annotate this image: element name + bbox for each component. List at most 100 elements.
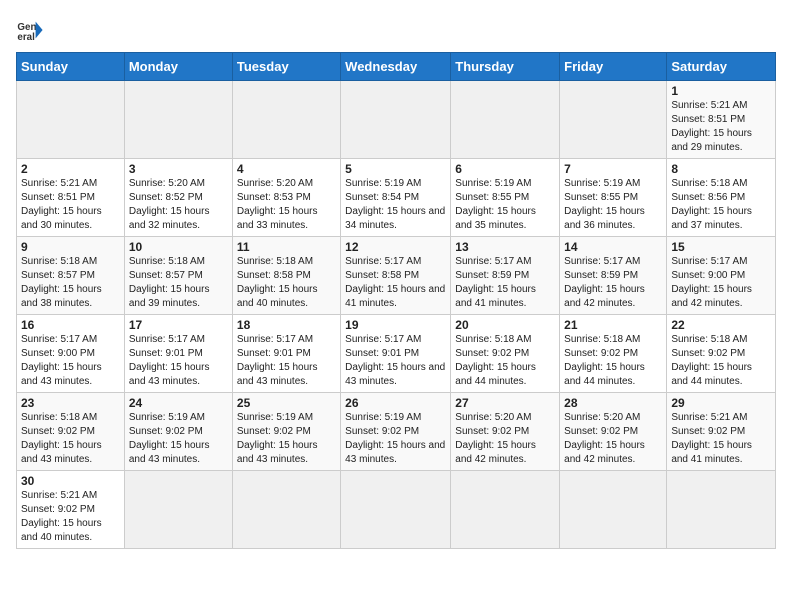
- weekday-header-row: SundayMondayTuesdayWednesdayThursdayFrid…: [17, 53, 776, 81]
- day-number: 2: [21, 162, 120, 176]
- day-number: 20: [455, 318, 555, 332]
- weekday-header-friday: Friday: [560, 53, 667, 81]
- weekday-header-thursday: Thursday: [451, 53, 560, 81]
- calendar-cell: 11Sunrise: 5:18 AM Sunset: 8:58 PM Dayli…: [232, 237, 340, 315]
- calendar-cell: [124, 471, 232, 549]
- calendar-cell: [560, 471, 667, 549]
- day-info: Sunrise: 5:19 AM Sunset: 9:02 PM Dayligh…: [345, 411, 446, 467]
- calendar-cell: [667, 471, 776, 549]
- day-info: Sunrise: 5:19 AM Sunset: 8:55 PM Dayligh…: [455, 177, 555, 233]
- calendar-cell: 4Sunrise: 5:20 AM Sunset: 8:53 PM Daylig…: [232, 159, 340, 237]
- day-number: 17: [129, 318, 228, 332]
- calendar-header: SundayMondayTuesdayWednesdayThursdayFrid…: [17, 53, 776, 81]
- calendar-cell: [17, 81, 125, 159]
- day-info: Sunrise: 5:17 AM Sunset: 9:00 PM Dayligh…: [671, 255, 771, 311]
- calendar-cell: 18Sunrise: 5:17 AM Sunset: 9:01 PM Dayli…: [232, 315, 340, 393]
- calendar-cell: 8Sunrise: 5:18 AM Sunset: 8:56 PM Daylig…: [667, 159, 776, 237]
- day-info: Sunrise: 5:20 AM Sunset: 9:02 PM Dayligh…: [564, 411, 662, 467]
- day-info: Sunrise: 5:19 AM Sunset: 9:02 PM Dayligh…: [237, 411, 336, 467]
- day-info: Sunrise: 5:19 AM Sunset: 9:02 PM Dayligh…: [129, 411, 228, 467]
- calendar-cell: 21Sunrise: 5:18 AM Sunset: 9:02 PM Dayli…: [560, 315, 667, 393]
- calendar: SundayMondayTuesdayWednesdayThursdayFrid…: [16, 52, 776, 549]
- day-number: 10: [129, 240, 228, 254]
- day-number: 9: [21, 240, 120, 254]
- day-info: Sunrise: 5:21 AM Sunset: 9:02 PM Dayligh…: [21, 489, 120, 545]
- day-number: 27: [455, 396, 555, 410]
- day-info: Sunrise: 5:21 AM Sunset: 8:51 PM Dayligh…: [671, 99, 771, 155]
- calendar-cell: [232, 471, 340, 549]
- svg-text:eral: eral: [17, 32, 35, 43]
- calendar-week-1: 2Sunrise: 5:21 AM Sunset: 8:51 PM Daylig…: [17, 159, 776, 237]
- calendar-cell: 15Sunrise: 5:17 AM Sunset: 9:00 PM Dayli…: [667, 237, 776, 315]
- day-info: Sunrise: 5:18 AM Sunset: 9:02 PM Dayligh…: [671, 333, 771, 389]
- day-number: 7: [564, 162, 662, 176]
- calendar-cell: 9Sunrise: 5:18 AM Sunset: 8:57 PM Daylig…: [17, 237, 125, 315]
- calendar-cell: 14Sunrise: 5:17 AM Sunset: 8:59 PM Dayli…: [560, 237, 667, 315]
- calendar-week-0: 1Sunrise: 5:21 AM Sunset: 8:51 PM Daylig…: [17, 81, 776, 159]
- day-info: Sunrise: 5:17 AM Sunset: 8:59 PM Dayligh…: [455, 255, 555, 311]
- day-number: 22: [671, 318, 771, 332]
- day-info: Sunrise: 5:20 AM Sunset: 9:02 PM Dayligh…: [455, 411, 555, 467]
- weekday-header-monday: Monday: [124, 53, 232, 81]
- calendar-week-4: 23Sunrise: 5:18 AM Sunset: 9:02 PM Dayli…: [17, 393, 776, 471]
- day-number: 5: [345, 162, 446, 176]
- calendar-cell: [232, 81, 340, 159]
- header: Gen eral: [16, 16, 776, 44]
- calendar-cell: 27Sunrise: 5:20 AM Sunset: 9:02 PM Dayli…: [451, 393, 560, 471]
- logo-icon: Gen eral: [16, 16, 44, 44]
- logo: Gen eral: [16, 16, 48, 44]
- calendar-cell: 25Sunrise: 5:19 AM Sunset: 9:02 PM Dayli…: [232, 393, 340, 471]
- day-number: 28: [564, 396, 662, 410]
- calendar-cell: 20Sunrise: 5:18 AM Sunset: 9:02 PM Dayli…: [451, 315, 560, 393]
- calendar-week-3: 16Sunrise: 5:17 AM Sunset: 9:00 PM Dayli…: [17, 315, 776, 393]
- day-info: Sunrise: 5:17 AM Sunset: 9:01 PM Dayligh…: [129, 333, 228, 389]
- calendar-cell: 19Sunrise: 5:17 AM Sunset: 9:01 PM Dayli…: [341, 315, 451, 393]
- day-info: Sunrise: 5:21 AM Sunset: 8:51 PM Dayligh…: [21, 177, 120, 233]
- day-number: 19: [345, 318, 446, 332]
- day-number: 18: [237, 318, 336, 332]
- day-number: 3: [129, 162, 228, 176]
- day-number: 16: [21, 318, 120, 332]
- calendar-cell: 1Sunrise: 5:21 AM Sunset: 8:51 PM Daylig…: [667, 81, 776, 159]
- calendar-cell: 24Sunrise: 5:19 AM Sunset: 9:02 PM Dayli…: [124, 393, 232, 471]
- calendar-cell: 29Sunrise: 5:21 AM Sunset: 9:02 PM Dayli…: [667, 393, 776, 471]
- day-number: 25: [237, 396, 336, 410]
- day-number: 14: [564, 240, 662, 254]
- day-number: 8: [671, 162, 771, 176]
- calendar-cell: 30Sunrise: 5:21 AM Sunset: 9:02 PM Dayli…: [17, 471, 125, 549]
- calendar-cell: 10Sunrise: 5:18 AM Sunset: 8:57 PM Dayli…: [124, 237, 232, 315]
- day-info: Sunrise: 5:21 AM Sunset: 9:02 PM Dayligh…: [671, 411, 771, 467]
- calendar-cell: [124, 81, 232, 159]
- calendar-cell: 6Sunrise: 5:19 AM Sunset: 8:55 PM Daylig…: [451, 159, 560, 237]
- day-number: 4: [237, 162, 336, 176]
- day-info: Sunrise: 5:18 AM Sunset: 9:02 PM Dayligh…: [564, 333, 662, 389]
- day-info: Sunrise: 5:18 AM Sunset: 9:02 PM Dayligh…: [455, 333, 555, 389]
- calendar-cell: [341, 471, 451, 549]
- day-number: 6: [455, 162, 555, 176]
- calendar-cell: 2Sunrise: 5:21 AM Sunset: 8:51 PM Daylig…: [17, 159, 125, 237]
- calendar-cell: [560, 81, 667, 159]
- calendar-cell: 7Sunrise: 5:19 AM Sunset: 8:55 PM Daylig…: [560, 159, 667, 237]
- day-info: Sunrise: 5:17 AM Sunset: 9:01 PM Dayligh…: [345, 333, 446, 389]
- day-info: Sunrise: 5:17 AM Sunset: 8:58 PM Dayligh…: [345, 255, 446, 311]
- calendar-cell: 28Sunrise: 5:20 AM Sunset: 9:02 PM Dayli…: [560, 393, 667, 471]
- weekday-header-saturday: Saturday: [667, 53, 776, 81]
- calendar-cell: 26Sunrise: 5:19 AM Sunset: 9:02 PM Dayli…: [341, 393, 451, 471]
- calendar-cell: 3Sunrise: 5:20 AM Sunset: 8:52 PM Daylig…: [124, 159, 232, 237]
- day-number: 29: [671, 396, 771, 410]
- day-info: Sunrise: 5:18 AM Sunset: 8:57 PM Dayligh…: [129, 255, 228, 311]
- calendar-cell: [451, 471, 560, 549]
- calendar-week-5: 30Sunrise: 5:21 AM Sunset: 9:02 PM Dayli…: [17, 471, 776, 549]
- day-number: 26: [345, 396, 446, 410]
- day-info: Sunrise: 5:18 AM Sunset: 8:56 PM Dayligh…: [671, 177, 771, 233]
- day-number: 1: [671, 84, 771, 98]
- calendar-cell: [341, 81, 451, 159]
- day-number: 24: [129, 396, 228, 410]
- weekday-header-sunday: Sunday: [17, 53, 125, 81]
- calendar-cell: [451, 81, 560, 159]
- calendar-cell: 5Sunrise: 5:19 AM Sunset: 8:54 PM Daylig…: [341, 159, 451, 237]
- day-number: 13: [455, 240, 555, 254]
- day-number: 12: [345, 240, 446, 254]
- calendar-body: 1Sunrise: 5:21 AM Sunset: 8:51 PM Daylig…: [17, 81, 776, 549]
- day-info: Sunrise: 5:18 AM Sunset: 8:58 PM Dayligh…: [237, 255, 336, 311]
